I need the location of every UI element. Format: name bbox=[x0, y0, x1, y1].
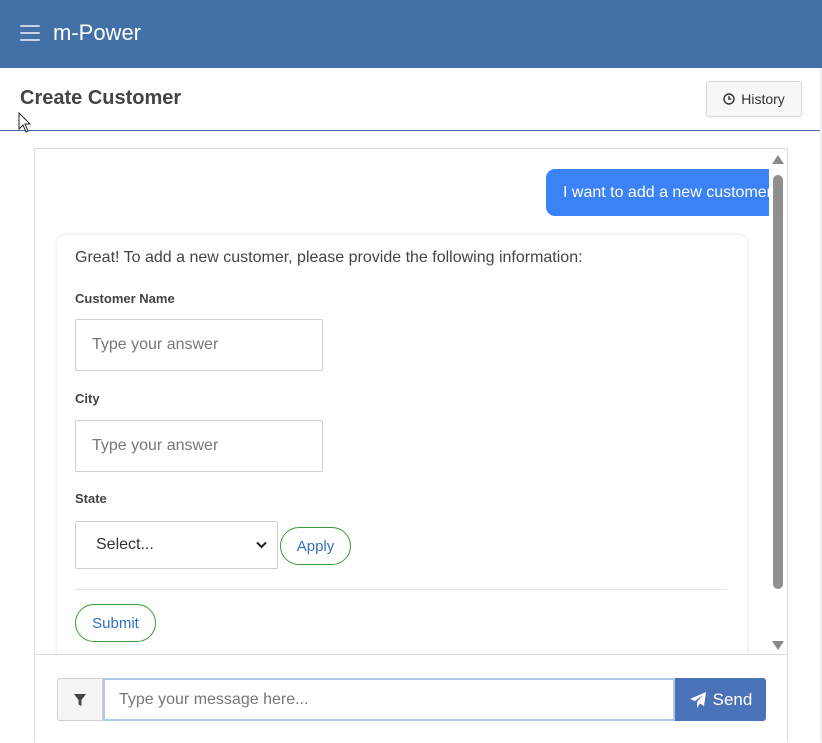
state-label: State bbox=[75, 491, 107, 506]
send-label: Send bbox=[712, 689, 753, 709]
brand-name[interactable]: m-Power bbox=[53, 20, 141, 46]
customer-name-input[interactable] bbox=[75, 319, 323, 371]
chat-scrollbar[interactable] bbox=[772, 155, 784, 650]
menu-icon[interactable] bbox=[20, 25, 40, 43]
scroll-up-arrow-icon[interactable] bbox=[772, 155, 784, 164]
history-button[interactable]: History bbox=[706, 81, 802, 117]
bot-intro-text: Great! To add a new customer, please pro… bbox=[75, 249, 583, 266]
scroll-thumb[interactable] bbox=[773, 175, 783, 589]
city-input[interactable] bbox=[75, 420, 323, 472]
chevron-down-icon bbox=[256, 541, 267, 549]
page-title: Create Customer bbox=[20, 87, 182, 109]
chat-history[interactable]: I want to add a new customer Great! To a… bbox=[35, 149, 769, 654]
paper-plane-icon bbox=[689, 691, 706, 708]
clock-icon bbox=[723, 93, 735, 105]
mouse-pointer-icon bbox=[18, 112, 32, 133]
history-label: History bbox=[741, 91, 785, 107]
user-message-bubble: I want to add a new customer bbox=[546, 169, 769, 216]
filter-button[interactable] bbox=[57, 678, 103, 721]
scroll-down-arrow-icon[interactable] bbox=[772, 641, 784, 650]
state-select[interactable]: Select... bbox=[75, 521, 278, 569]
customer-name-label: Customer Name bbox=[75, 291, 175, 306]
page-header: Create Customer History bbox=[0, 68, 822, 131]
chat-panel: I want to add a new customer Great! To a… bbox=[34, 148, 788, 743]
message-input[interactable] bbox=[103, 678, 675, 721]
message-composer: Send bbox=[35, 654, 787, 743]
city-label: City bbox=[75, 391, 100, 406]
state-selected-value: Select... bbox=[96, 536, 154, 553]
filter-icon bbox=[74, 693, 86, 706]
apply-button[interactable]: Apply bbox=[280, 527, 351, 565]
form-divider bbox=[75, 589, 727, 590]
bot-message-card: Great! To add a new customer, please pro… bbox=[57, 235, 747, 654]
top-navbar: m-Power bbox=[0, 0, 822, 68]
submit-button[interactable]: Submit bbox=[75, 604, 156, 642]
send-button[interactable]: Send bbox=[675, 678, 766, 721]
